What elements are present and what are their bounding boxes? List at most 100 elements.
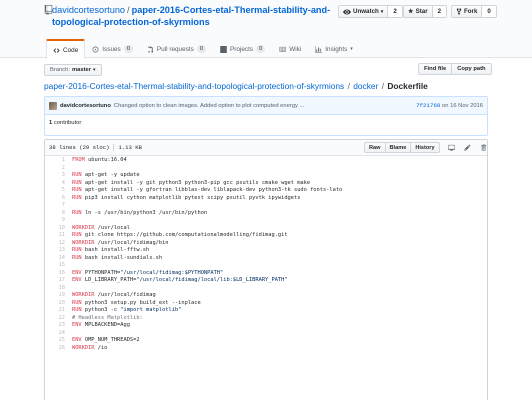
tab-issues[interactable]: Issues 0 bbox=[85, 39, 140, 58]
code-text: RUN bash install-sundials.sh bbox=[72, 255, 162, 263]
tab-projects-label: Projects bbox=[229, 45, 254, 53]
commit-date-prefix: on bbox=[442, 103, 449, 109]
code-token: RUN bbox=[72, 247, 82, 253]
line-number[interactable]: 9 bbox=[45, 217, 72, 225]
line-number[interactable]: 14 bbox=[45, 255, 72, 263]
line-number[interactable]: 25 bbox=[45, 337, 72, 345]
projects-counter: 0 bbox=[256, 45, 266, 53]
code-token: ln -s /usr/bin/python3 /usr/bin/python bbox=[81, 209, 208, 216]
code-token: OMP_NUM_THREADS=2 bbox=[81, 337, 140, 343]
line-number[interactable]: 18 bbox=[45, 285, 72, 293]
file-size: 1.13 KB bbox=[118, 144, 142, 151]
tab-insights[interactable]: Insights ▾ bbox=[308, 39, 360, 58]
code-token: python3 setup.py build_ext --inplace bbox=[81, 299, 201, 306]
avatar[interactable] bbox=[49, 101, 57, 110]
star-count[interactable]: 2 bbox=[432, 6, 447, 17]
line-number[interactable]: 20 bbox=[45, 300, 72, 308]
line-number[interactable]: 7 bbox=[45, 202, 72, 210]
code-token: RUN bbox=[72, 307, 82, 313]
code-line: 25 ENV OMP_NUM_THREADS=2 bbox=[45, 337, 487, 345]
code-token: /usr/local/fidimag/bin bbox=[94, 239, 169, 246]
unwatch-button[interactable]: Unwatch ▾ bbox=[339, 6, 389, 17]
desktop-icon[interactable] bbox=[447, 143, 456, 152]
code-line: 23 ENV MPLBACKEND=Agg bbox=[45, 322, 487, 330]
trash-icon[interactable] bbox=[479, 143, 488, 152]
code-token: WORKDIR bbox=[72, 224, 95, 231]
star-button[interactable]: ★ Star bbox=[404, 6, 433, 17]
contributor-count: 1 bbox=[49, 120, 53, 126]
line-number[interactable]: 19 bbox=[45, 292, 72, 300]
breadcrumb-dir-link[interactable]: docker bbox=[353, 81, 378, 91]
code-token: ubuntu:16.04 bbox=[84, 157, 127, 163]
file-viewer: 38 lines (29 sloc) 1.13 KB Raw Blame Hist… bbox=[44, 139, 488, 400]
tab-projects[interactable]: Projects 0 bbox=[213, 39, 272, 58]
repo-name-link-continued[interactable]: topological-protection-of-skyrmions bbox=[52, 16, 210, 28]
tab-code[interactable]: Code bbox=[46, 39, 86, 59]
line-number[interactable]: 11 bbox=[45, 232, 72, 240]
code-line: 6 RUN pip3 install cython matplotlib pyte… bbox=[45, 195, 487, 203]
history-button[interactable]: History bbox=[410, 142, 440, 153]
line-number[interactable]: 21 bbox=[45, 307, 72, 315]
line-number[interactable]: 3 bbox=[45, 172, 72, 180]
line-number[interactable]: 24 bbox=[45, 330, 72, 338]
graph-icon bbox=[315, 45, 323, 53]
line-number[interactable]: 22 bbox=[45, 315, 72, 323]
branch-select-button[interactable]: Branch: master ▾ bbox=[44, 64, 102, 76]
code-text: WORKDIR /usr/local/fidimag/bin bbox=[72, 240, 169, 248]
raw-button[interactable]: Raw bbox=[364, 142, 386, 153]
blame-button[interactable]: Blame bbox=[384, 142, 412, 153]
tab-wiki[interactable]: Wiki bbox=[272, 39, 308, 58]
line-number[interactable]: 8 bbox=[45, 210, 72, 218]
code-line: 17 ENV LD_LIBRARY_PATH="/usr/local/fidima… bbox=[45, 277, 487, 285]
line-number[interactable]: 15 bbox=[45, 262, 72, 270]
code-token: RUN bbox=[72, 172, 82, 178]
line-number[interactable]: 17 bbox=[45, 277, 72, 285]
breadcrumb-separator: / bbox=[347, 81, 350, 91]
code-text: RUN ln -s /usr/bin/python3 /usr/bin/pyth… bbox=[72, 210, 207, 218]
unwatch-label: Unwatch bbox=[353, 8, 379, 15]
copy-path-button[interactable]: Copy path bbox=[452, 63, 492, 75]
repo-name-link[interactable]: paper-2016-Cortes-etal-Thermal-stability… bbox=[132, 5, 331, 15]
file-line-count: 38 lines (29 sloc) bbox=[49, 144, 110, 151]
contributors[interactable]: 1 contributor bbox=[49, 120, 81, 126]
commit-sha[interactable]: 7f21768 bbox=[416, 102, 440, 109]
line-number[interactable]: 4 bbox=[45, 180, 72, 188]
line-number[interactable]: 23 bbox=[45, 322, 72, 330]
pencil-icon[interactable] bbox=[463, 143, 472, 152]
line-number[interactable]: 12 bbox=[45, 240, 72, 248]
find-file-button[interactable]: Find file bbox=[418, 63, 453, 75]
code-text: RUN python3 -c "import matplotlib" bbox=[72, 307, 181, 315]
code-token: WORKDIR bbox=[72, 292, 95, 298]
line-number[interactable]: 1 bbox=[45, 157, 72, 165]
tab-wiki-label: Wiki bbox=[289, 45, 302, 53]
line-number[interactable]: 13 bbox=[45, 247, 72, 255]
repo-owner-link[interactable]: davidcortesortuno bbox=[52, 5, 125, 15]
commit-author[interactable]: davidcortesortuno bbox=[60, 103, 111, 109]
fork-count[interactable]: 0 bbox=[482, 6, 496, 17]
file-info-divider bbox=[113, 144, 115, 152]
code-text: RUN git clone https://github.com/computa… bbox=[72, 232, 288, 240]
commit-message[interactable]: Changed option to clean images. Added op… bbox=[114, 103, 410, 109]
code-token: PYTHONPATH= bbox=[81, 269, 121, 276]
code-line: 2 bbox=[45, 165, 487, 173]
line-number[interactable]: 2 bbox=[45, 165, 72, 173]
fork-button[interactable]: Fork bbox=[452, 6, 483, 17]
tab-pull-requests[interactable]: Pull requests 0 bbox=[140, 39, 213, 58]
tab-issues-label: Issues bbox=[102, 45, 121, 53]
chevron-down-icon: ▾ bbox=[93, 67, 96, 73]
watch-count[interactable]: 2 bbox=[388, 6, 402, 17]
code-text: RUN python3 setup.py build_ext --inplace bbox=[72, 300, 201, 308]
breadcrumb-repo-link[interactable]: paper-2016-Cortes-etal-Thermal-stability… bbox=[44, 81, 344, 91]
line-number[interactable]: 10 bbox=[45, 225, 72, 233]
line-number[interactable]: 5 bbox=[45, 187, 72, 195]
code-line: 26 WORKDIR /io bbox=[45, 345, 487, 353]
line-number[interactable]: 26 bbox=[45, 345, 72, 353]
code-line: 16 ENV PYTHONPATH="/usr/local/fidimag:$PY… bbox=[45, 270, 487, 278]
code-token: apt-get install -y git python3 python3-p… bbox=[81, 179, 311, 186]
tab-pull-requests-label: Pull requests bbox=[156, 45, 194, 53]
repo-header: davidcortesortuno / paper-2016-Cortes-etal… bbox=[0, 0, 532, 59]
line-number[interactable]: 6 bbox=[45, 195, 72, 203]
code-text: RUN pip3 install cython matplotlib pytes… bbox=[72, 195, 300, 203]
code-token: ENV bbox=[72, 322, 82, 328]
line-number[interactable]: 16 bbox=[45, 270, 72, 278]
